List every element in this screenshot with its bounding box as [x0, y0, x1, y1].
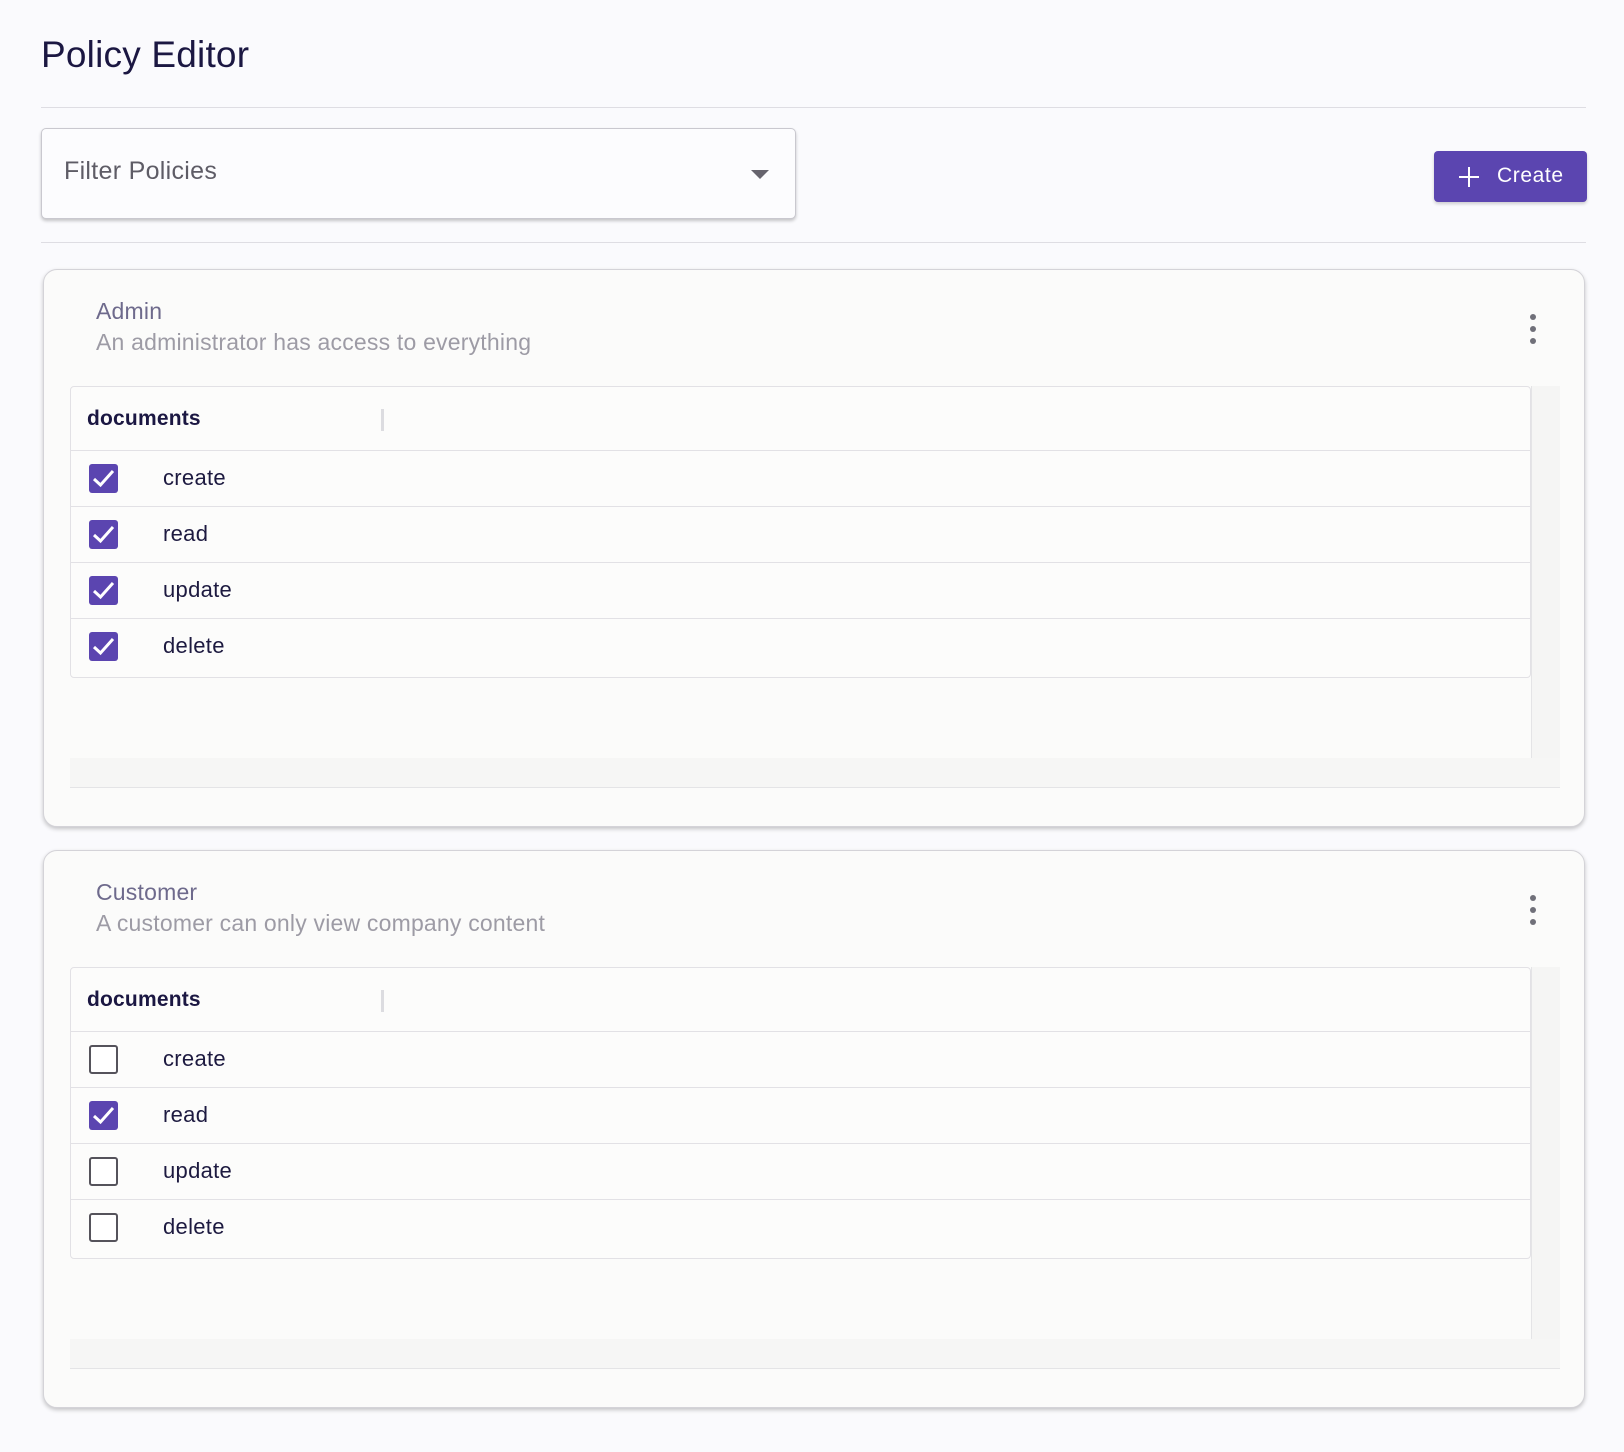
permission-label: delete	[163, 633, 225, 658]
checkmark-icon	[92, 470, 115, 488]
permission-row: read	[71, 506, 1530, 562]
vertical-scrollbar[interactable]	[1531, 967, 1560, 1339]
permission-row: create	[71, 450, 1530, 506]
checkmark-icon	[92, 638, 115, 656]
permission-row: delete	[71, 618, 1530, 674]
chevron-down-icon	[751, 170, 769, 179]
policy-name: Admin	[96, 298, 163, 324]
permission-checkbox[interactable]	[89, 1045, 118, 1074]
create-button-label: Create	[1497, 164, 1564, 187]
horizontal-scrollbar[interactable]	[70, 1339, 1560, 1369]
permission-label: read	[163, 521, 209, 546]
toolbar-divider	[41, 242, 1586, 243]
policy-description: A customer can only view company content	[96, 910, 546, 936]
more-vertical-icon[interactable]	[1527, 314, 1539, 344]
permission-row: delete	[71, 1199, 1530, 1255]
more-vertical-icon[interactable]	[1527, 895, 1539, 925]
permission-label: update	[163, 1158, 233, 1183]
permissions-table: documents create read update delete	[70, 386, 1531, 678]
policy-description: An administrator has access to everythin…	[96, 329, 532, 355]
column-separator[interactable]	[381, 409, 384, 431]
checkmark-icon	[92, 1107, 115, 1125]
permissions-grid: documents create read update delete	[70, 386, 1560, 788]
header-divider	[41, 107, 1586, 108]
permissions-table: documents create read update delete	[70, 967, 1531, 1259]
policy-name: Customer	[96, 879, 198, 905]
permission-label: create	[163, 1046, 226, 1071]
permission-checkbox[interactable]	[89, 1213, 118, 1242]
policy-card: Customer A customer can only view compan…	[43, 850, 1585, 1408]
column-separator[interactable]	[381, 990, 384, 1012]
horizontal-scrollbar[interactable]	[70, 758, 1560, 788]
permission-row: update	[71, 562, 1530, 618]
vertical-scrollbar[interactable]	[1531, 386, 1560, 758]
resource-column-header: documents	[87, 988, 201, 1011]
page-title: Policy Editor	[41, 34, 250, 75]
filter-policies-select[interactable]: Filter Policies	[41, 128, 796, 219]
permissions-grid: documents create read update delete	[70, 967, 1560, 1369]
permission-row: update	[71, 1143, 1530, 1199]
permission-checkbox[interactable]	[89, 464, 118, 493]
permission-row: read	[71, 1087, 1530, 1143]
resource-column-header: documents	[87, 407, 201, 430]
filter-placeholder: Filter Policies	[64, 157, 218, 185]
checkmark-icon	[92, 526, 115, 544]
permission-label: update	[163, 577, 233, 602]
permission-label: delete	[163, 1214, 225, 1239]
create-policy-button[interactable]: Create	[1434, 151, 1587, 202]
permission-checkbox[interactable]	[89, 1157, 118, 1186]
permission-row: create	[71, 1031, 1530, 1087]
permission-checkbox[interactable]	[89, 520, 118, 549]
policy-editor-page: Policy Editor Filter Policies Create Adm…	[0, 0, 1624, 1452]
permission-checkbox[interactable]	[89, 1101, 118, 1130]
permission-checkbox[interactable]	[89, 576, 118, 605]
permission-label: create	[163, 465, 226, 490]
plus-icon	[1458, 166, 1480, 188]
permission-label: read	[163, 1102, 209, 1127]
policy-card: Admin An administrator has access to eve…	[43, 269, 1585, 827]
permission-checkbox[interactable]	[89, 632, 118, 661]
checkmark-icon	[92, 582, 115, 600]
